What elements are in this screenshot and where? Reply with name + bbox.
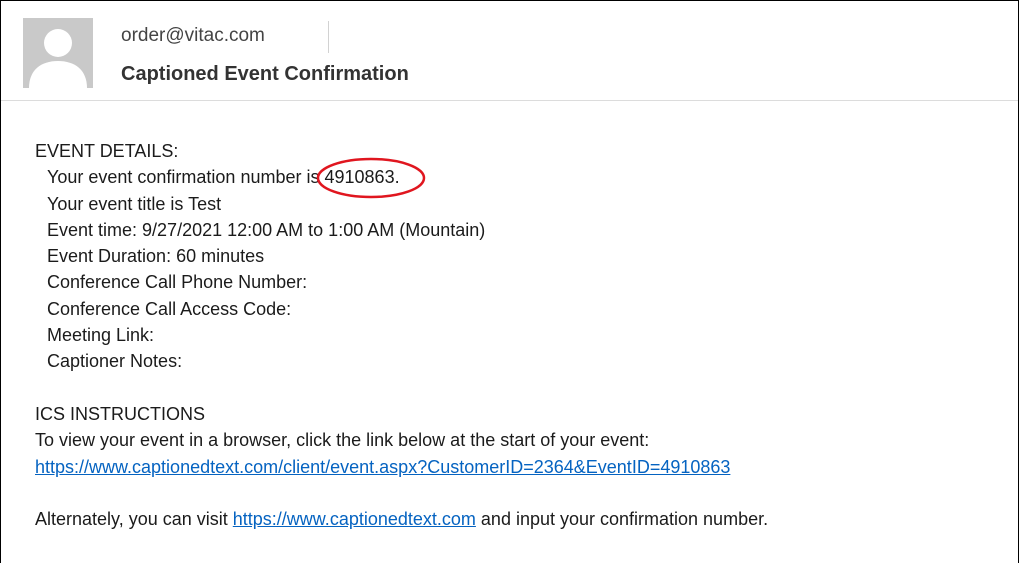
event-url-line: https://www.captionedtext.com/client/eve… <box>35 454 768 480</box>
email-header: order@vitac.com Captioned Event Confirma… <box>1 1 1018 101</box>
event-title-line: Your event title is Test <box>47 193 222 214</box>
email-subject: Captioned Event Confirmation <box>121 63 409 85</box>
header-divider <box>328 21 329 53</box>
event-duration-line: Event Duration: 60 minutes <box>47 246 265 267</box>
ics-instruction-line: To view your event in a browser, click t… <box>35 430 650 451</box>
confirmation-number-highlight: 4910863. <box>316 158 425 199</box>
confirmation-number: 4910863. <box>324 167 400 188</box>
email-body: EVENT DETAILS: Your event confirmation n… <box>35 138 768 532</box>
ics-heading: ICS INSTRUCTIONS <box>35 403 206 424</box>
meeting-link-line: Meeting Link: <box>47 325 155 346</box>
alternate-suffix: and input your confirmation number. <box>480 509 769 530</box>
conference-code-line: Conference Call Access Code: <box>47 298 292 319</box>
sender-avatar-icon <box>23 18 93 88</box>
event-details-heading: EVENT DETAILS: <box>35 141 179 161</box>
event-time-line: Event time: 9/27/2021 12:00 AM to 1:00 A… <box>47 219 486 240</box>
alternate-prefix: Alternately, you can visit <box>35 509 228 530</box>
conference-phone-line: Conference Call Phone Number: <box>47 272 308 293</box>
sender-address[interactable]: order@vitac.com <box>121 25 265 47</box>
captioner-notes-line: Captioner Notes: <box>47 351 183 372</box>
alternate-line: Alternately, you can visit https://www.c… <box>35 506 768 532</box>
confirmation-line: Your event confirmation number is 491086… <box>35 158 768 199</box>
site-url-link[interactable]: https://www.captionedtext.com <box>233 509 476 529</box>
email-reading-pane: order@vitac.com Captioned Event Confirma… <box>0 0 1019 563</box>
event-url-link[interactable]: https://www.captionedtext.com/client/eve… <box>35 457 730 477</box>
confirmation-prefix: Your event confirmation number is <box>47 167 320 188</box>
